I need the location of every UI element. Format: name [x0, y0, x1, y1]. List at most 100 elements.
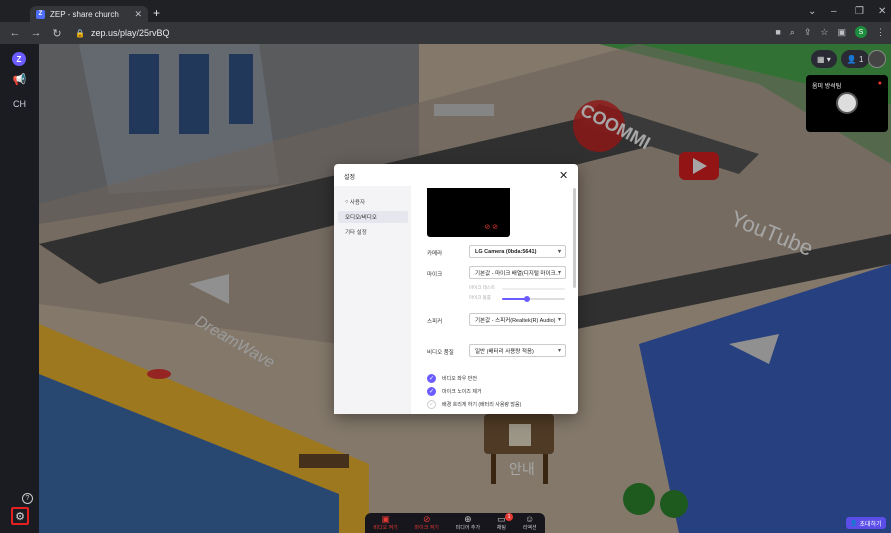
check-noise-suppression[interactable]: ✓ 마이크 노이즈 제거 [427, 387, 482, 396]
people-count: 1 [859, 54, 864, 64]
camera-preview: ⊘ ⊘ [427, 188, 510, 237]
address-bar: ← → ↻ 🔒 zep.us/play/25rvBQ [0, 22, 891, 44]
top-right-controls: ▦ ▾ 👤 1 [811, 50, 870, 68]
browser-tab[interactable]: Z ZEP - share church ✕ [30, 6, 148, 22]
bottom-label: 마이크 켜기 [414, 525, 439, 531]
video-toggle-button[interactable]: ▣ 비디오 켜기 [373, 514, 398, 532]
bottom-label: 리액션 [522, 525, 537, 531]
chevron-down-icon: ▾ [557, 317, 561, 323]
reload-icon[interactable]: ↻ [51, 27, 63, 40]
speaker-value: 기본값 - 스피커(Realtek(R) Audio) [475, 317, 556, 324]
tab-search-icon[interactable]: ⌄ [808, 6, 816, 17]
settings-nav: ○ 사용자 오디오/비디오 기타 설정 [334, 186, 411, 414]
mic-select[interactable]: 기본값 - 마이크 배열(디지털 마이크... ▾ [469, 266, 566, 279]
close-tab-icon[interactable]: ✕ [134, 9, 142, 20]
mic-off-icon: ⊘ [422, 514, 431, 524]
lock-icon: 🔒 [75, 28, 85, 38]
bottom-label: 비디오 켜기 [373, 525, 398, 531]
bottom-label: 미디어 추가 [455, 525, 481, 531]
check-background-blur[interactable]: ✓ 배경 흐리게 하기 (배터리 사용량 많음) [427, 400, 521, 409]
mic-label: 마이크 [427, 272, 443, 278]
url-field[interactable]: 🔒 zep.us/play/25rvBQ [75, 28, 170, 38]
share-icon[interactable]: ⇪ [804, 27, 812, 38]
speaker-select[interactable]: 기본값 - 스피커(Realtek(R) Audio) ▾ [469, 313, 566, 326]
mic-volume-slider[interactable] [502, 296, 565, 302]
add-media-icon: ⊕ [464, 514, 472, 524]
bookmark-star-icon[interactable]: ☆ [820, 27, 828, 38]
check-mirror-video[interactable]: ✓ 비디오 좌우 반전 [427, 374, 477, 383]
channel-label[interactable]: CH [0, 99, 39, 109]
mic-toggle-button[interactable]: ⊘ 마이크 켜기 [414, 514, 439, 532]
video-quality-value: 일반 (배터리 사용량 적음) [475, 348, 534, 355]
bottom-toolbar: ▣ 비디오 켜기 ⊘ 마이크 켜기 ⊕ 미디어 추가 ▭ 채팅 ☺ 리액션 [365, 513, 545, 533]
chevron-down-icon: ▾ [557, 348, 561, 354]
invite-label: 초대하기 [859, 521, 882, 528]
layout-menu-button[interactable]: ▦ ▾ [811, 50, 837, 68]
nav-item-user[interactable]: ○ 사용자 [338, 196, 408, 208]
user-icon: ○ [345, 199, 349, 205]
forward-icon[interactable]: → [30, 27, 42, 39]
video-off-icon: ▣ [381, 514, 390, 524]
sidepanel-icon[interactable]: ▣ [837, 27, 846, 38]
url-text: zep.us/play/25rvBQ [90, 28, 170, 38]
mic-volume-label: 마이크 볼륨 [469, 295, 491, 300]
video-quality-select[interactable]: 일반 (배터리 사용량 적음) ▾ [469, 344, 566, 357]
restore-icon[interactable]: ❐ [855, 6, 864, 17]
settings-modal: 설정 ✕ ○ 사용자 오디오/비디오 기타 설정 ⊘ ⊘ 카메라 LG Came… [334, 164, 578, 414]
checkbox-checked-icon[interactable]: ✓ [427, 374, 436, 383]
video-tile-name: 옴미 방석팀 [812, 84, 842, 90]
people-count-button[interactable]: 👤 1 [840, 50, 870, 68]
mic-value: 기본값 - 마이크 배열(디지털 마이크... [475, 270, 561, 277]
profile-avatar[interactable]: S [855, 26, 867, 38]
invite-button[interactable]: 👤 초대하기 [846, 517, 886, 529]
zep-favicon-icon: Z [36, 9, 45, 19]
person-icon: 👤 [846, 54, 857, 64]
browser-menu-icon[interactable]: ⋮ [876, 27, 885, 38]
nav-item-other[interactable]: 기타 설정 [338, 226, 408, 238]
participant-avatar [836, 92, 858, 114]
nav-label: 오디오/비디오 [345, 215, 377, 221]
help-icon[interactable]: ? [22, 493, 33, 504]
zep-sidebar [0, 44, 39, 533]
checkbox-unchecked-icon[interactable]: ✓ [427, 400, 436, 409]
zoom-icon[interactable]: ⌕ [790, 27, 795, 38]
camera-select[interactable]: LG Camera (0bda:5641) ▾ [469, 245, 566, 258]
modal-scrollbar[interactable] [573, 188, 576, 288]
camera-label: 카메라 [427, 251, 443, 257]
window-close-icon[interactable]: ✕ [878, 6, 886, 17]
check-label: 비디오 좌우 반전 [442, 376, 477, 382]
settings-body: ⊘ ⊘ 카메라 LG Camera (0bda:5641) ▾ 마이크 기본값 -… [411, 186, 578, 414]
minimize-icon[interactable]: – [831, 6, 837, 17]
tab-title: ZEP - share church [50, 9, 119, 19]
close-icon[interactable]: ✕ [559, 169, 568, 182]
reaction-button[interactable]: ☺ 리액션 [522, 514, 537, 532]
mic-test-meter [502, 288, 565, 290]
slider-knob[interactable] [524, 296, 531, 302]
bottom-label: 채팅 [496, 525, 506, 531]
chat-badge: 1 [505, 513, 513, 521]
back-icon[interactable]: ← [9, 27, 21, 39]
checkbox-checked-icon[interactable]: ✓ [427, 387, 436, 396]
reaction-icon: ☺ [525, 514, 535, 524]
camera-off-icon: ⊘ ⊘ [484, 224, 498, 231]
zep-logo-icon[interactable]: Z [12, 52, 26, 66]
video-tile[interactable]: 옴미 방석팀 ● [806, 75, 888, 132]
nav-item-audio-video[interactable]: 오디오/비디오 [338, 211, 408, 223]
new-tab-icon[interactable]: + [153, 7, 160, 19]
settings-gear-icon[interactable]: ⚙ [11, 507, 29, 525]
camera-value: LG Camera (0bda:5641) [475, 248, 537, 255]
megaphone-icon[interactable]: 📢 [0, 73, 39, 86]
camera-indicator-icon[interactable]: ■ [775, 27, 780, 37]
browser-toolbar-icons: ■ ⌕ ⇪ ☆ ▣ S ⋮ [775, 26, 885, 38]
chevron-down-icon: ▾ [557, 249, 561, 255]
nav-label: 기타 설정 [345, 230, 367, 236]
video-quality-label: 비디오 품질 [427, 350, 454, 356]
add-media-button[interactable]: ⊕ 미디어 추가 [455, 514, 481, 532]
nav-label: 사용자 [349, 200, 366, 206]
mic-muted-icon: ● [877, 80, 882, 87]
check-label: 배경 흐리게 하기 (배터리 사용량 많음) [442, 402, 522, 408]
browser-tab-bar: Z ZEP - share church ✕ + ⌄ – ❐ ✕ [0, 0, 891, 22]
user-avatar[interactable] [868, 50, 886, 68]
chevron-down-icon: ▾ [557, 270, 561, 276]
speaker-label: 스피커 [427, 319, 443, 325]
